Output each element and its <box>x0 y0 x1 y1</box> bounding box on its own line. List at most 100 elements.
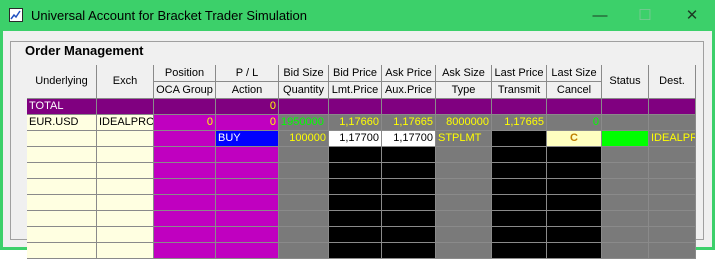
order-underlying-cell[interactable] <box>27 131 97 147</box>
empty-order-aux_price-cell[interactable] <box>382 195 436 211</box>
empty-order-transmit-cell[interactable] <box>492 179 547 195</box>
empty-order-quantity-cell[interactable] <box>279 163 329 179</box>
empty-order-transmit-cell[interactable] <box>492 243 547 259</box>
header-last_size-secondary[interactable]: Cancel <box>547 82 602 99</box>
empty-order-aux_price-cell[interactable] <box>382 179 436 195</box>
empty-order-status-cell[interactable] <box>602 147 649 163</box>
empty-order-quantity-cell[interactable] <box>279 211 329 227</box>
empty-order-dest-cell[interactable] <box>649 211 696 227</box>
header-bid_price-secondary[interactable]: Lmt.Price <box>329 82 382 99</box>
empty-order-lmt_price-cell[interactable] <box>329 179 382 195</box>
order-cancel-button[interactable]: C <box>547 131 602 147</box>
empty-order-oca_group-cell[interactable] <box>154 211 216 227</box>
empty-order-dest-cell[interactable] <box>649 179 696 195</box>
header-exch[interactable]: Exch <box>97 65 154 99</box>
empty-order-oca_group-cell[interactable] <box>154 227 216 243</box>
order-quantity-cell[interactable]: 100000 <box>279 131 329 147</box>
empty-order-underlying-cell[interactable] <box>27 243 97 259</box>
header-bid_price[interactable]: Bid Price <box>329 65 382 82</box>
empty-order-exch-cell[interactable] <box>97 227 154 243</box>
empty-order-cancel-cell[interactable] <box>547 243 602 259</box>
empty-order-underlying-cell[interactable] <box>27 227 97 243</box>
empty-order-status-cell[interactable] <box>602 227 649 243</box>
empty-order-transmit-cell[interactable] <box>492 147 547 163</box>
empty-order-transmit-cell[interactable] <box>492 195 547 211</box>
empty-order-exch-cell[interactable] <box>97 179 154 195</box>
empty-order-type-cell[interactable] <box>436 179 492 195</box>
empty-order-transmit-cell[interactable] <box>492 227 547 243</box>
empty-order-dest-cell[interactable] <box>649 163 696 179</box>
empty-order-type-cell[interactable] <box>436 227 492 243</box>
empty-order-aux_price-cell[interactable] <box>382 243 436 259</box>
header-ask_price[interactable]: Ask Price <box>382 65 436 82</box>
empty-order-oca_group-cell[interactable] <box>154 147 216 163</box>
empty-order-aux_price-cell[interactable] <box>382 163 436 179</box>
header-ask_size[interactable]: Ask Size <box>436 65 492 82</box>
empty-order-underlying-cell[interactable] <box>27 147 97 163</box>
empty-order-action-cell[interactable] <box>216 243 279 259</box>
empty-order-type-cell[interactable] <box>436 243 492 259</box>
instrument-underlying[interactable]: EUR.USD <box>27 115 97 131</box>
empty-order-dest-cell[interactable] <box>649 243 696 259</box>
empty-order-exch-cell[interactable] <box>97 163 154 179</box>
empty-order-cancel-cell[interactable] <box>547 227 602 243</box>
empty-order-exch-cell[interactable] <box>97 195 154 211</box>
empty-order-transmit-cell[interactable] <box>492 163 547 179</box>
order-type-cell[interactable]: STPLMT <box>436 131 492 147</box>
order-lmt_price-cell[interactable]: 1,17700 <box>329 131 382 147</box>
empty-order-underlying-cell[interactable] <box>27 163 97 179</box>
order-dest-cell[interactable]: IDEALPR <box>649 131 696 147</box>
empty-order-quantity-cell[interactable] <box>279 195 329 211</box>
empty-order-status-cell[interactable] <box>602 211 649 227</box>
empty-order-underlying-cell[interactable] <box>27 195 97 211</box>
empty-order-exch-cell[interactable] <box>97 147 154 163</box>
empty-order-type-cell[interactable] <box>436 195 492 211</box>
empty-order-aux_price-cell[interactable] <box>382 227 436 243</box>
header-pl[interactable]: P / L <box>216 65 279 82</box>
header-status[interactable]: Status <box>602 65 649 99</box>
header-position[interactable]: Position <box>154 65 216 82</box>
empty-order-cancel-cell[interactable] <box>547 179 602 195</box>
empty-order-exch-cell[interactable] <box>97 211 154 227</box>
header-position-secondary[interactable]: OCA Group <box>154 82 216 99</box>
empty-order-oca_group-cell[interactable] <box>154 195 216 211</box>
header-ask_price-secondary[interactable]: Aux.Price <box>382 82 436 99</box>
empty-order-action-cell[interactable] <box>216 179 279 195</box>
empty-order-type-cell[interactable] <box>436 211 492 227</box>
header-dest[interactable]: Dest. <box>649 65 696 99</box>
empty-order-lmt_price-cell[interactable] <box>329 227 382 243</box>
empty-order-lmt_price-cell[interactable] <box>329 211 382 227</box>
header-last_price-secondary[interactable]: Transmit <box>492 82 547 99</box>
empty-order-type-cell[interactable] <box>436 163 492 179</box>
empty-order-aux_price-cell[interactable] <box>382 147 436 163</box>
close-button[interactable]: ✕ <box>677 5 707 25</box>
empty-order-status-cell[interactable] <box>602 163 649 179</box>
empty-order-quantity-cell[interactable] <box>279 243 329 259</box>
empty-order-dest-cell[interactable] <box>649 195 696 211</box>
header-ask_size-secondary[interactable]: Type <box>436 82 492 99</box>
empty-order-action-cell[interactable] <box>216 211 279 227</box>
header-bid_size[interactable]: Bid Size <box>279 65 329 82</box>
empty-order-action-cell[interactable] <box>216 163 279 179</box>
empty-order-dest-cell[interactable] <box>649 147 696 163</box>
empty-order-underlying-cell[interactable] <box>27 211 97 227</box>
empty-order-action-cell[interactable] <box>216 227 279 243</box>
empty-order-exch-cell[interactable] <box>97 243 154 259</box>
empty-order-oca_group-cell[interactable] <box>154 179 216 195</box>
empty-order-oca_group-cell[interactable] <box>154 243 216 259</box>
order-aux_price-cell[interactable]: 1,17700 <box>382 131 436 147</box>
empty-order-action-cell[interactable] <box>216 195 279 211</box>
empty-order-underlying-cell[interactable] <box>27 179 97 195</box>
empty-order-oca_group-cell[interactable] <box>154 163 216 179</box>
empty-order-type-cell[interactable] <box>436 147 492 163</box>
header-underlying[interactable]: Underlying <box>27 65 97 99</box>
header-bid_size-secondary[interactable]: Quantity <box>279 82 329 99</box>
header-last_price[interactable]: Last Price <box>492 65 547 82</box>
maximize-button[interactable]: ☐ <box>630 5 660 25</box>
empty-order-status-cell[interactable] <box>602 179 649 195</box>
title-bar[interactable]: Universal Account for Bracket Trader Sim… <box>0 0 715 31</box>
empty-order-action-cell[interactable] <box>216 147 279 163</box>
empty-order-cancel-cell[interactable] <box>547 147 602 163</box>
header-last_size[interactable]: Last Size <box>547 65 602 82</box>
order-status-cell[interactable] <box>602 131 649 147</box>
